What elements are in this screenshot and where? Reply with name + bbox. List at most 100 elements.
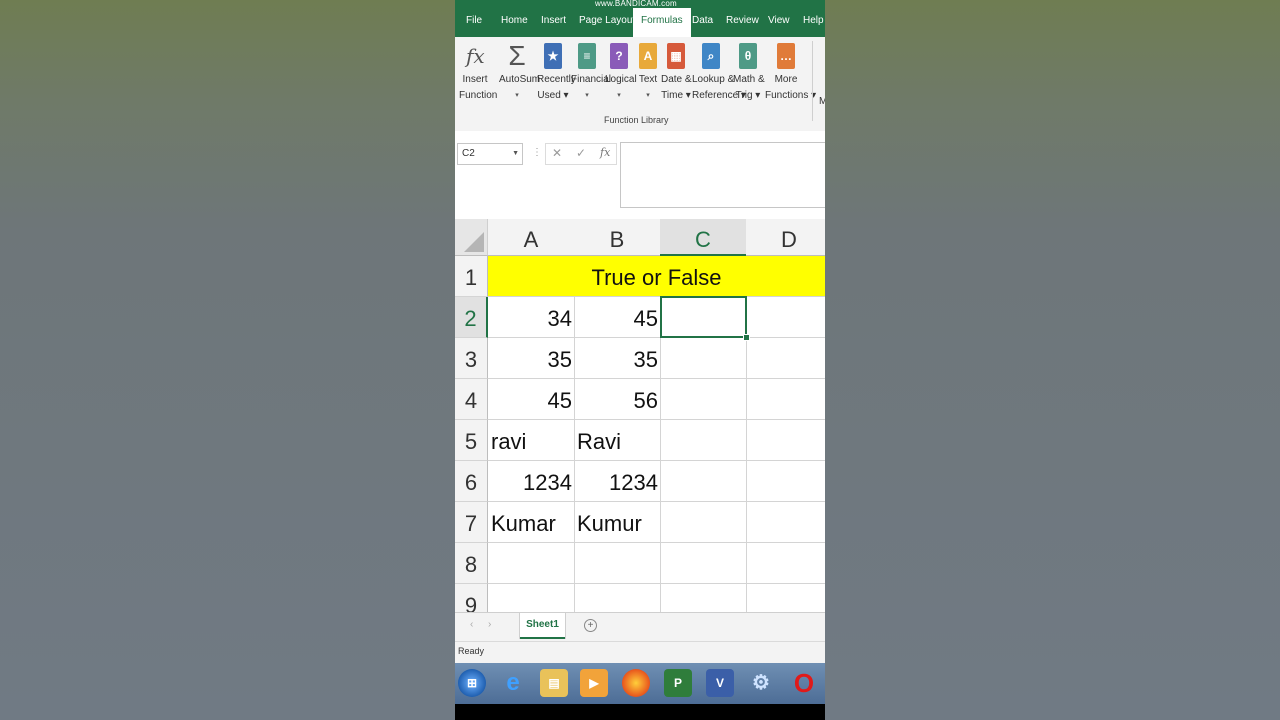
firefox-icon[interactable]: [622, 669, 650, 697]
enter-icon[interactable]: ✓: [576, 146, 586, 160]
cell-b6[interactable]: 1234: [574, 461, 661, 502]
tab-file[interactable]: File: [466, 12, 482, 37]
tab-insert[interactable]: Insert: [541, 12, 566, 37]
scroll-right-icon[interactable]: ›: [488, 619, 491, 630]
financial-button[interactable]: ≡ Financial ▾: [571, 41, 611, 104]
cell-a4[interactable]: 45: [488, 379, 575, 420]
active-cell-border: [660, 296, 747, 338]
sheet-tab-bar: ‹ › Sheet1 +: [455, 612, 825, 642]
row-header-9[interactable]: 9: [455, 584, 488, 612]
insert-function-button[interactable]: fx Insert Function: [459, 41, 497, 104]
lookup-reference-button[interactable]: ⌕ Lookup & Reference ▾: [692, 41, 746, 104]
tab-data[interactable]: Data: [692, 12, 713, 37]
date-time-button[interactable]: ▦ Date & Time ▾: [661, 41, 692, 104]
cell-b7[interactable]: Kumur: [574, 502, 661, 543]
cell-d3[interactable]: [746, 338, 825, 379]
autosum-button[interactable]: Σ AutoSum ▾: [499, 40, 540, 104]
cell-c8[interactable]: [660, 543, 747, 584]
magnifier-book-icon: ⌕: [702, 43, 720, 69]
cell-a8[interactable]: [488, 543, 575, 584]
cell-b9[interactable]: [574, 584, 661, 612]
row-header-7[interactable]: 7: [455, 502, 488, 543]
project-icon[interactable]: P: [664, 669, 692, 697]
cell-d4[interactable]: [746, 379, 825, 420]
column-header-a[interactable]: A: [488, 219, 575, 256]
sheet-tab-sheet1[interactable]: Sheet1: [520, 613, 565, 639]
cell-d5[interactable]: [746, 420, 825, 461]
cell-a3[interactable]: 35: [488, 338, 575, 379]
cell-c9[interactable]: [660, 584, 747, 612]
cell-b2[interactable]: 45: [574, 297, 661, 338]
name-box[interactable]: C2 ▼: [457, 143, 523, 165]
cell-b3[interactable]: 35: [574, 338, 661, 379]
ribbon-overflow-label[interactable]: M: [819, 96, 825, 107]
row-header-3[interactable]: 3: [455, 338, 488, 379]
star-book-icon: ★: [544, 43, 562, 69]
formula-input[interactable]: [620, 142, 825, 208]
cell-a7[interactable]: Kumar: [488, 502, 575, 543]
cell-b8[interactable]: [574, 543, 661, 584]
column-header-c[interactable]: C: [660, 219, 747, 256]
cell-c3[interactable]: [660, 338, 747, 379]
cell-c5[interactable]: [660, 420, 747, 461]
tab-formulas[interactable]: Formulas: [633, 8, 691, 37]
tab-help[interactable]: Help: [803, 12, 824, 37]
cell-d7[interactable]: [746, 502, 825, 543]
cell-d9[interactable]: [746, 584, 825, 612]
question-book-icon: ?: [610, 43, 628, 69]
financial-book-icon: ≡: [578, 43, 596, 69]
row-header-8[interactable]: 8: [455, 543, 488, 584]
cell-a9[interactable]: [488, 584, 575, 612]
select-all-button[interactable]: [455, 219, 488, 256]
row-header-1[interactable]: 1: [455, 256, 488, 297]
column-header-b[interactable]: B: [574, 219, 661, 256]
row-header-6[interactable]: 6: [455, 461, 488, 502]
excel-window: www.BANDICAM.com File Home Insert Page L…: [455, 0, 825, 720]
text-functions-button[interactable]: A Text ▾: [637, 41, 659, 104]
cell-b4[interactable]: 56: [574, 379, 661, 420]
cell-b5[interactable]: Ravi: [574, 420, 661, 461]
cell-c6[interactable]: [660, 461, 747, 502]
cell-a6[interactable]: 1234: [488, 461, 575, 502]
scroll-left-icon[interactable]: ‹: [470, 619, 473, 630]
logical-button[interactable]: ? Logical ▾: [605, 41, 637, 104]
recently-used-button[interactable]: ★ Recently Used ▾: [537, 41, 576, 104]
merged-title-cell[interactable]: True or False: [488, 256, 825, 297]
function-library-group-label: Function Library: [604, 115, 669, 125]
tab-page-layout[interactable]: Page Layout: [579, 12, 635, 37]
sigma-icon: Σ: [508, 40, 526, 71]
cell-a5[interactable]: ravi: [488, 420, 575, 461]
column-header-d[interactable]: D: [746, 219, 825, 256]
cell-c4[interactable]: [660, 379, 747, 420]
windows-start-icon[interactable]: ⊞: [458, 669, 486, 697]
network-icon[interactable]: ⚙: [747, 669, 775, 697]
cell-d8[interactable]: [746, 543, 825, 584]
visio-icon[interactable]: V: [706, 669, 734, 697]
tab-home[interactable]: Home: [501, 12, 528, 37]
worksheet-grid: A B C D 1 2 3 4 5 6 7 8 9 True or False …: [455, 219, 825, 612]
insert-function-fx-icon[interactable]: fx: [600, 146, 610, 159]
row-header-2[interactable]: 2: [455, 297, 488, 338]
fill-handle[interactable]: [743, 334, 750, 341]
media-player-icon[interactable]: ▶: [580, 669, 608, 697]
text-book-icon: A: [639, 43, 657, 69]
tab-view[interactable]: View: [768, 12, 790, 37]
status-text: Ready: [458, 646, 485, 656]
chevron-down-icon[interactable]: ▼: [512, 144, 519, 164]
internet-explorer-icon[interactable]: e: [499, 669, 527, 697]
add-sheet-icon[interactable]: +: [584, 619, 597, 632]
tab-review[interactable]: Review: [726, 12, 759, 37]
cancel-icon[interactable]: ✕: [552, 146, 562, 160]
more-functions-button[interactable]: … More Functions ▾: [765, 41, 816, 104]
math-trig-button[interactable]: θ Math & Trig ▾: [733, 41, 765, 104]
cell-a2[interactable]: 34: [488, 297, 575, 338]
cell-d6[interactable]: [746, 461, 825, 502]
ribbon-tab-bar: www.BANDICAM.com File Home Insert Page L…: [455, 0, 825, 37]
file-explorer-icon[interactable]: ▤: [540, 669, 568, 697]
row-header-5[interactable]: 5: [455, 420, 488, 461]
cell-d2[interactable]: [746, 297, 825, 338]
formula-bar: C2 ▼ ⋮ ✕ ✓ fx: [455, 131, 825, 219]
cell-c7[interactable]: [660, 502, 747, 543]
opera-icon[interactable]: O: [790, 669, 818, 697]
row-header-4[interactable]: 4: [455, 379, 488, 420]
